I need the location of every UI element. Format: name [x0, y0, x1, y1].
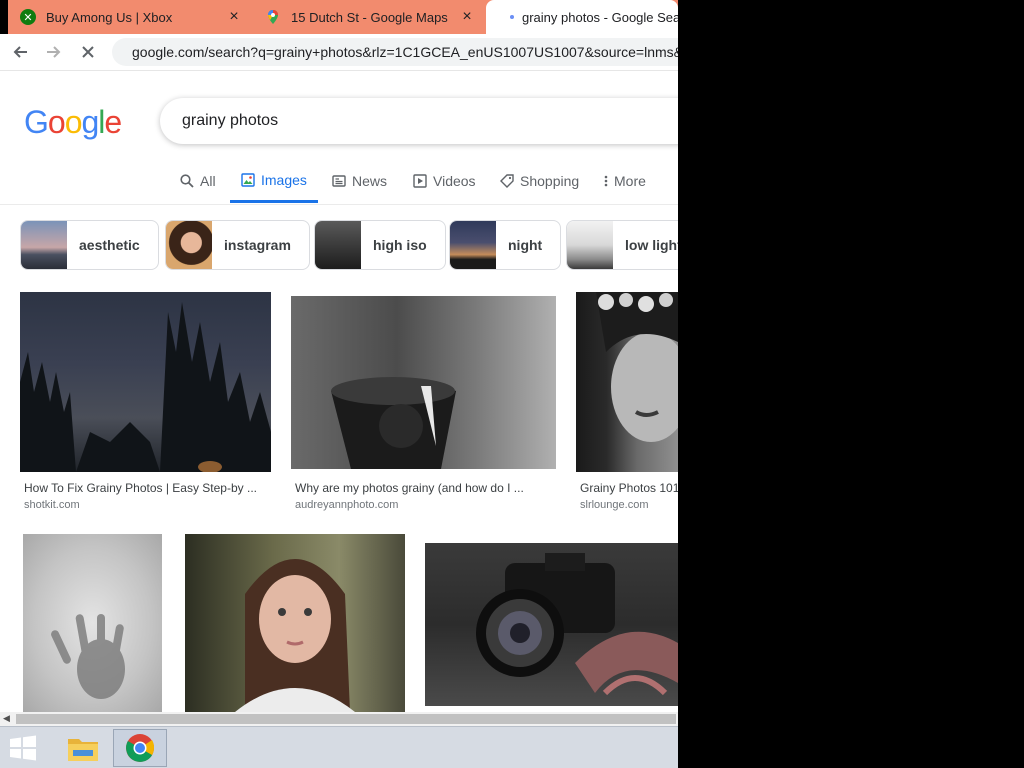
portrait-shape [596, 292, 678, 442]
tab-news[interactable]: News [332, 160, 387, 202]
tab-label: Shopping [520, 173, 580, 189]
chip-label: night [508, 237, 543, 253]
images-icon [241, 173, 255, 187]
tab-more[interactable]: More [604, 160, 646, 202]
chip-thumbnail [567, 221, 613, 269]
tab-label: More [614, 173, 646, 189]
taskbar-chrome[interactable] [113, 729, 167, 767]
tab-label: News [352, 173, 388, 189]
chip-thumbnail [450, 221, 496, 269]
forward-button[interactable] [40, 38, 68, 66]
google-logo[interactable]: Google [24, 104, 122, 141]
tab-label: Videos [433, 173, 476, 189]
taskbar [0, 726, 678, 768]
chip-aesthetic[interactable]: aesthetic [20, 220, 159, 270]
tab-close-icon[interactable]: × [460, 8, 474, 26]
chip-label: low light [625, 237, 678, 253]
chip-thumbnail [166, 221, 212, 269]
result-source: slrlounge.com [580, 499, 649, 511]
result-image[interactable] [576, 292, 678, 472]
result-image[interactable] [20, 292, 271, 472]
forward-arrow-icon [47, 46, 61, 58]
chip-night[interactable]: night [449, 220, 562, 270]
result-image[interactable] [425, 543, 678, 706]
tab-xbox[interactable]: ✕ Buy Among Us | Xbox × [0, 0, 253, 34]
camera-shape [476, 553, 678, 696]
stop-button[interactable] [74, 38, 102, 66]
play-icon [413, 174, 427, 188]
tab-maps[interactable]: 15 Dutch St - Google Maps × [253, 0, 486, 34]
tab-title: Buy Among Us | Xbox [46, 9, 173, 25]
chip-label: instagram [224, 237, 291, 253]
chip-label: high iso [373, 237, 427, 253]
address-bar[interactable]: google.com/search?q=grainy+photos&rlz=1C… [112, 38, 678, 66]
browser-toolbar: google.com/search?q=grainy+photos&rlz=1C… [0, 34, 678, 71]
folder-icon [68, 739, 98, 761]
tab-title: 15 Dutch St - Google Maps [291, 9, 448, 25]
black-offscreen-area [678, 0, 1024, 768]
search-nav-tabs: All Images News Videos Shopping More [0, 160, 678, 205]
search-box [160, 98, 678, 144]
windows-start-icon[interactable] [8, 735, 38, 761]
chip-low-light[interactable]: low light [566, 220, 678, 270]
scroll-left-arrow-icon[interactable]: ◀ [3, 713, 10, 724]
tab-label: All [200, 173, 216, 189]
chip-thumbnail [315, 221, 361, 269]
tab-label: Images [261, 172, 307, 188]
tag-icon [500, 174, 514, 188]
chrome-icon [126, 734, 155, 762]
tab-videos[interactable]: Videos [413, 160, 476, 202]
result-image[interactable] [291, 296, 556, 469]
tab-all[interactable]: All [180, 160, 216, 202]
scrollbar-thumb[interactable] [16, 714, 676, 724]
back-arrow-icon [13, 46, 27, 58]
loading-dot-icon [510, 15, 514, 19]
tab-shopping[interactable]: Shopping [500, 160, 579, 202]
girl-portrait-shape [235, 559, 355, 712]
forest-silhouette [20, 302, 271, 472]
hand-shape [51, 614, 125, 699]
tab-strip: ✕ Buy Among Us | Xbox × 15 Dutch St - Go… [0, 0, 678, 34]
chip-instagram[interactable]: instagram [165, 220, 310, 270]
result-image[interactable] [23, 534, 162, 712]
taskbar-file-explorer[interactable] [56, 729, 110, 767]
tab-images[interactable]: Images [230, 160, 318, 203]
screen: ✕ Buy Among Us | Xbox × 15 Dutch St - Go… [0, 0, 678, 768]
xbox-icon: ✕ [20, 9, 36, 25]
chip-label: aesthetic [79, 237, 140, 253]
result-source: shotkit.com [24, 499, 80, 511]
maps-icon [268, 10, 278, 24]
tab-close-icon[interactable]: × [227, 8, 241, 26]
chip-high-iso[interactable]: high iso [314, 220, 446, 270]
more-vert-icon [604, 175, 608, 187]
horizontal-scrollbar[interactable]: ◀ [0, 712, 678, 726]
close-icon [82, 46, 94, 58]
result-source: audreyannphoto.com [295, 499, 399, 511]
news-icon [332, 175, 346, 187]
tab-title: grainy photos - Google Search [522, 9, 678, 25]
result-caption[interactable]: How To Fix Grainy Photos | Easy Step-by … [24, 481, 268, 495]
tab-google-search[interactable]: grainy photos - Google Search [486, 0, 678, 34]
result-caption[interactable]: Grainy Photos 101 [580, 481, 678, 495]
result-image[interactable] [185, 534, 405, 712]
search-icon [180, 174, 194, 188]
lampshade-shape [331, 377, 456, 469]
search-input[interactable] [180, 111, 584, 131]
url-text: google.com/search?q=grainy+photos&rlz=1C… [132, 44, 678, 60]
back-button[interactable] [6, 38, 34, 66]
chip-thumbnail [21, 221, 67, 269]
result-caption[interactable]: Why are my photos grainy (and how do I .… [295, 481, 551, 495]
